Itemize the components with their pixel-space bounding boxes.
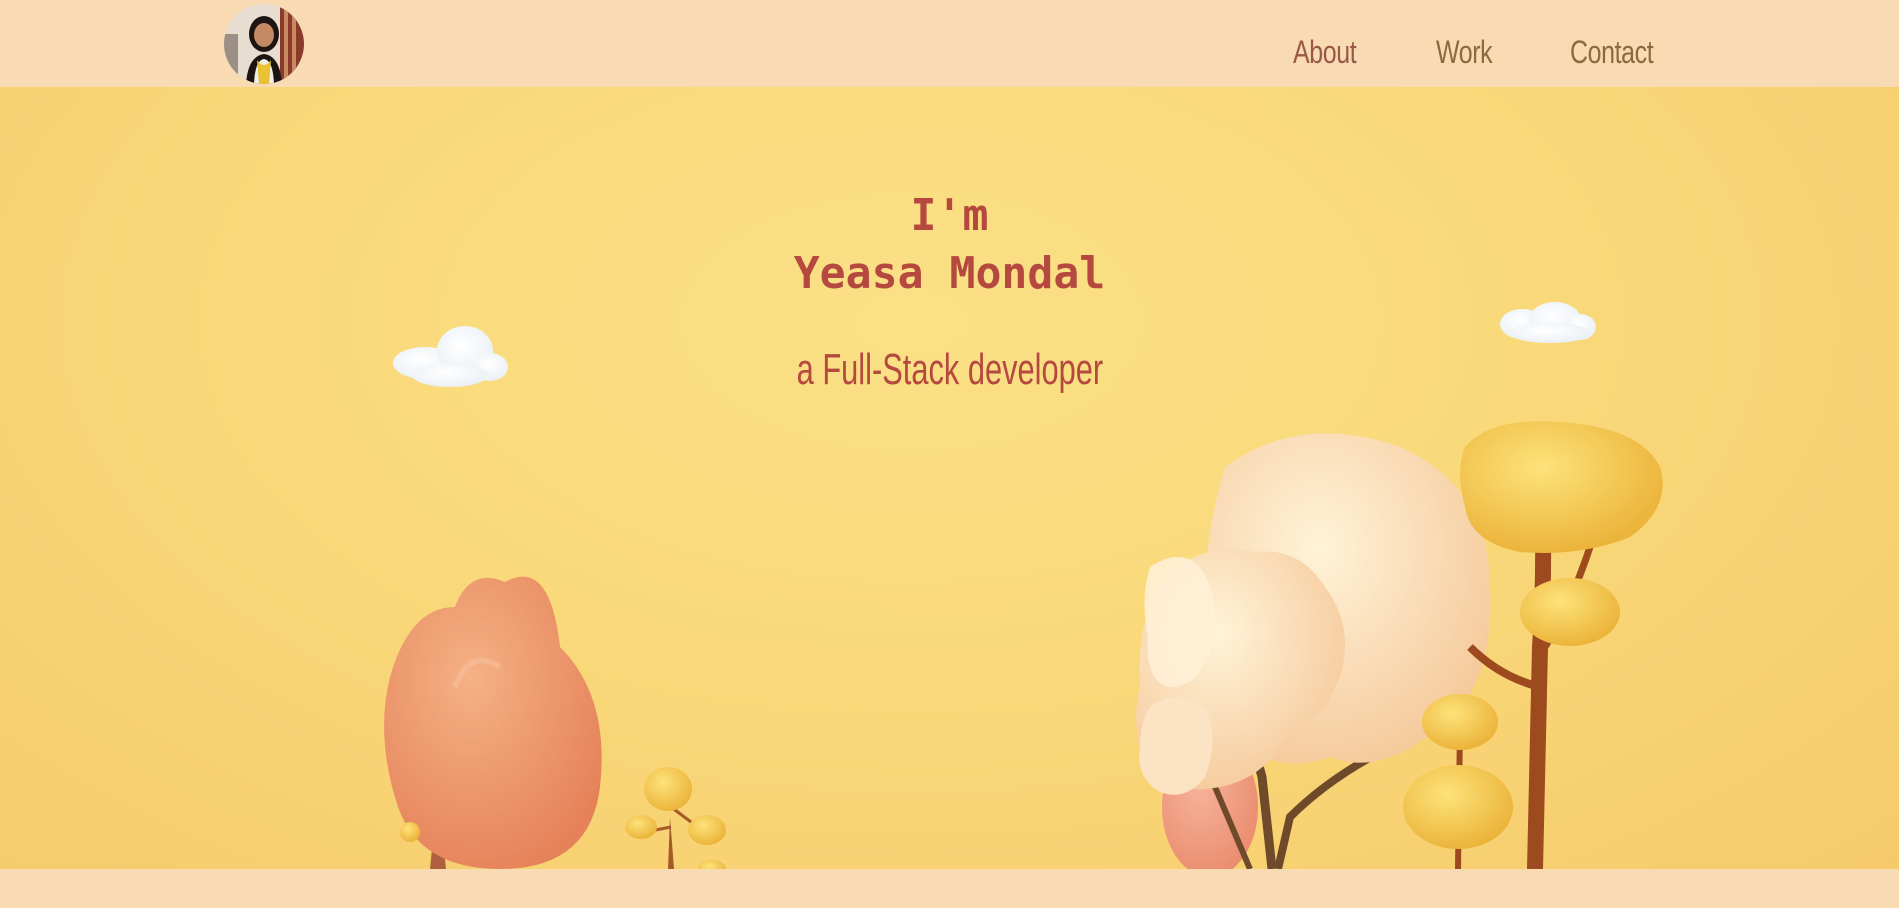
hero-section: I'm Yeasa Mondal a Full-Stack developer	[0, 87, 1899, 869]
hero-greeting: I'm	[910, 190, 989, 241]
nav-about-link[interactable]: About	[1293, 34, 1357, 71]
hero-text: I'm Yeasa Mondal a Full-Stack developer	[0, 187, 1899, 395]
hero-name: Yeasa Mondal	[793, 248, 1106, 299]
nav-links: About Work Contact	[1293, 34, 1677, 71]
hero-tagline: a Full-Stack developer	[796, 345, 1103, 394]
footer-strip	[0, 869, 1899, 908]
nav-work-link[interactable]: Work	[1436, 34, 1493, 71]
avatar[interactable]	[224, 4, 304, 84]
avatar-portrait-icon	[224, 4, 304, 84]
nav-contact-link[interactable]: Contact	[1570, 34, 1654, 71]
navbar: About Work Contact	[0, 0, 1899, 87]
